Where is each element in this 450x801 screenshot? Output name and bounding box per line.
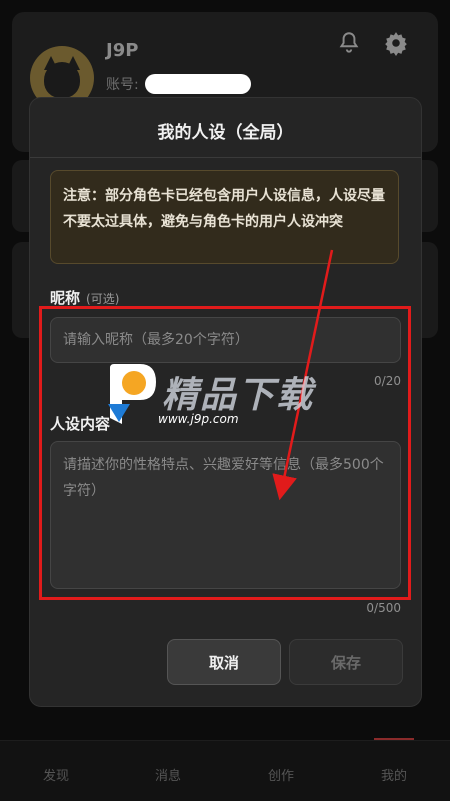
account-redaction xyxy=(145,74,251,94)
watermark-url: www.j9p.com xyxy=(158,412,239,426)
watermark-brand: 精品下载 xyxy=(162,375,315,416)
username: J9P xyxy=(106,40,139,61)
gear-icon[interactable] xyxy=(383,30,409,56)
cancel-button[interactable]: 取消 xyxy=(167,639,281,685)
nickname-counter: 0/20 xyxy=(374,374,401,388)
notice-box: 注意：部分角色卡已经包含用户人设信息，人设尽量不要太过具体，避免与角色卡的用户人… xyxy=(50,170,399,264)
save-button[interactable]: 保存 xyxy=(289,639,403,685)
persona-textarea[interactable] xyxy=(50,441,401,589)
optional-hint: (可选) xyxy=(86,292,120,306)
watermark-logo xyxy=(108,364,156,424)
nickname-input[interactable] xyxy=(50,317,401,363)
cat-face xyxy=(44,62,80,98)
divider xyxy=(30,157,421,158)
nickname-label-text: 昵称 xyxy=(50,289,81,307)
nickname-label: 昵称 (可选) xyxy=(50,287,119,308)
account-label: 账号: xyxy=(106,77,139,93)
dialog-title: 我的人设（全局） xyxy=(157,123,294,143)
tab-me[interactable]: 我的 xyxy=(364,765,424,784)
tab-discover[interactable]: 发现 xyxy=(26,765,86,784)
bottom-tab-bar: 发现 消息 创作 我的 xyxy=(0,740,450,801)
tab-messages[interactable]: 消息 xyxy=(138,765,198,784)
active-tab-indicator xyxy=(374,738,414,740)
bell-icon[interactable] xyxy=(336,30,362,56)
tab-create[interactable]: 创作 xyxy=(251,765,311,784)
persona-counter: 0/500 xyxy=(366,601,401,615)
